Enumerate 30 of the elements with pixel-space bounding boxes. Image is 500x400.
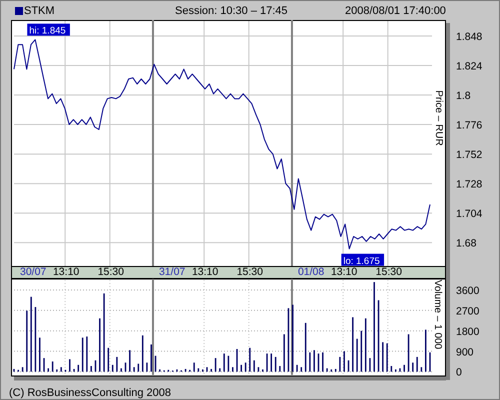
axis-title: Price – RUR	[433, 90, 444, 146]
price-marker-label: hi: 1.845	[27, 24, 70, 38]
time-label: 31/07	[158, 267, 186, 278]
axis-tick-label: 1.752	[456, 149, 482, 162]
axis-tick-label: 1.824	[456, 60, 482, 73]
time-label: 15:30	[98, 267, 124, 278]
axis-tick-label: 1.68	[456, 238, 476, 250]
timestamp-label: 2008/08/01 17:40:00	[345, 4, 446, 17]
axis-title: Volume – 1 000	[432, 280, 443, 350]
symbol-label: STKM	[24, 4, 55, 17]
time-label: 13:10	[192, 267, 218, 278]
axis-tick-label: 1.848	[456, 31, 482, 44]
axis-tick-label: 900	[456, 346, 474, 358]
time-label: 15:30	[376, 267, 402, 278]
time-label: 13:10	[330, 267, 358, 278]
time-label: 15:30	[236, 267, 263, 278]
time-label: 13:10	[52, 267, 80, 278]
axis-tick-label: 1.776	[456, 120, 482, 132]
session-label: Session: 10:30 – 17:45	[175, 4, 289, 17]
price-marker-label: lo: 1.675	[341, 254, 384, 268]
copyright-text: (C) RosBusinessConsulting 2008	[9, 387, 172, 399]
axis-tick-label: 2700	[456, 305, 480, 318]
axis-tick-label: 1.704	[456, 208, 482, 220]
time-label: 30/07	[20, 267, 46, 278]
axis-tick-label: 1.8	[456, 90, 471, 102]
time-label: 01/08	[298, 267, 324, 278]
axis-tick-label: 3600	[456, 285, 480, 297]
axis-tick-label: 0	[456, 366, 462, 379]
axis-tick-label: 1.728	[456, 178, 482, 191]
axis-tick-label: 1800	[456, 326, 480, 338]
